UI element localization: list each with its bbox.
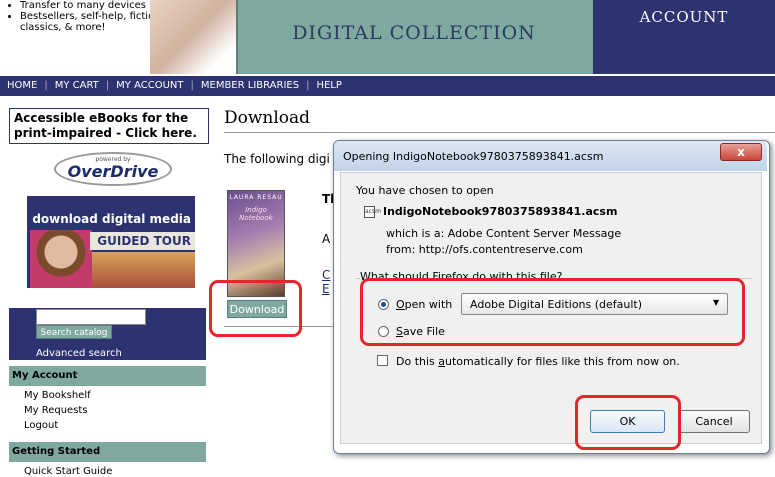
auto-action-pre: Do this bbox=[396, 355, 439, 368]
file-type-text: which is a: Adobe Content Server Message bbox=[386, 227, 622, 240]
advanced-search-link[interactable]: Advanced search bbox=[36, 348, 122, 359]
intro-text: The following digi bbox=[224, 152, 330, 166]
book-author-fragment: A bbox=[322, 232, 331, 246]
promo-item: Bestsellers, self-help, fiction, classic… bbox=[20, 11, 170, 33]
tour-girl-photo bbox=[30, 230, 92, 288]
file-name: IndigoNotebook9780375893841.acsm bbox=[383, 205, 618, 218]
open-with-highlight bbox=[360, 278, 745, 346]
file-source-text: from: http://ofs.contentreserve.com bbox=[386, 243, 583, 256]
overdrive-logo[interactable]: powered by OverDrive bbox=[54, 152, 172, 186]
my-bookshelf-link[interactable]: My Bookshelf bbox=[24, 390, 91, 401]
promo-item: Transfer to many devices bbox=[20, 0, 170, 11]
auto-action-rest: utomatically for files like this from no… bbox=[445, 355, 680, 368]
page-title: Download bbox=[224, 108, 311, 128]
nav-help[interactable]: HELP bbox=[309, 80, 348, 91]
nav-home[interactable]: HOME bbox=[0, 80, 44, 91]
my-requests-link[interactable]: My Requests bbox=[24, 405, 88, 416]
book-link-fragment[interactable]: C bbox=[322, 268, 330, 282]
book-cover-title: Indigo Notebook bbox=[239, 206, 273, 222]
accessible-ebooks-link[interactable]: Accessible eBooks for the print-impaired… bbox=[9, 108, 209, 144]
file-icon: acsm bbox=[364, 206, 381, 218]
nav-member-libraries[interactable]: MEMBER LIBRARIES bbox=[194, 80, 306, 91]
chosen-to-open-text: You have chosen to open bbox=[356, 184, 494, 197]
tour-subtitle: GUIDED TOUR bbox=[97, 234, 191, 248]
auto-action-accesskey: a bbox=[438, 355, 446, 368]
account-label[interactable]: ACCOUNT bbox=[593, 8, 775, 26]
auto-action-checkbox[interactable] bbox=[377, 355, 388, 366]
book-cover-author: LAURA RESAU bbox=[229, 194, 283, 201]
logout-link[interactable]: Logout bbox=[24, 420, 58, 431]
cancel-button[interactable]: Cancel bbox=[678, 410, 750, 433]
overdrive-name: OverDrive bbox=[67, 162, 159, 181]
quick-start-guide-link[interactable]: Quick Start Guide bbox=[24, 466, 112, 477]
ok-highlight bbox=[575, 395, 681, 450]
download-highlight bbox=[209, 280, 302, 337]
banner-photo bbox=[150, 0, 250, 74]
nav-my-cart[interactable]: MY CART bbox=[48, 80, 106, 91]
search-catalog-button[interactable]: Search catalog bbox=[36, 325, 112, 339]
banner-title: DIGITAL COLLECTION bbox=[292, 22, 536, 44]
promo-text: Transfer to many devices Bestsellers, se… bbox=[10, 0, 170, 33]
heading-divider bbox=[224, 132, 775, 133]
my-account-heading: My Account bbox=[9, 366, 206, 386]
getting-started-heading: Getting Started bbox=[9, 442, 206, 462]
main-nav: HOME | MY CART | MY ACCOUNT | MEMBER LIBRARIES… bbox=[0, 76, 775, 96]
tour-headline: download digital media bbox=[32, 212, 191, 226]
auto-action-label[interactable]: Do this automatically for files like thi… bbox=[396, 355, 680, 368]
nav-my-account[interactable]: MY ACCOUNT bbox=[109, 80, 190, 91]
book-link-fragment[interactable]: E bbox=[322, 282, 330, 296]
close-icon[interactable]: x bbox=[720, 143, 762, 161]
tour-couch-photo bbox=[92, 252, 195, 288]
search-input[interactable] bbox=[36, 309, 146, 325]
dialog-title: Opening IndigoNotebook9780375893841.acsm bbox=[343, 150, 604, 163]
